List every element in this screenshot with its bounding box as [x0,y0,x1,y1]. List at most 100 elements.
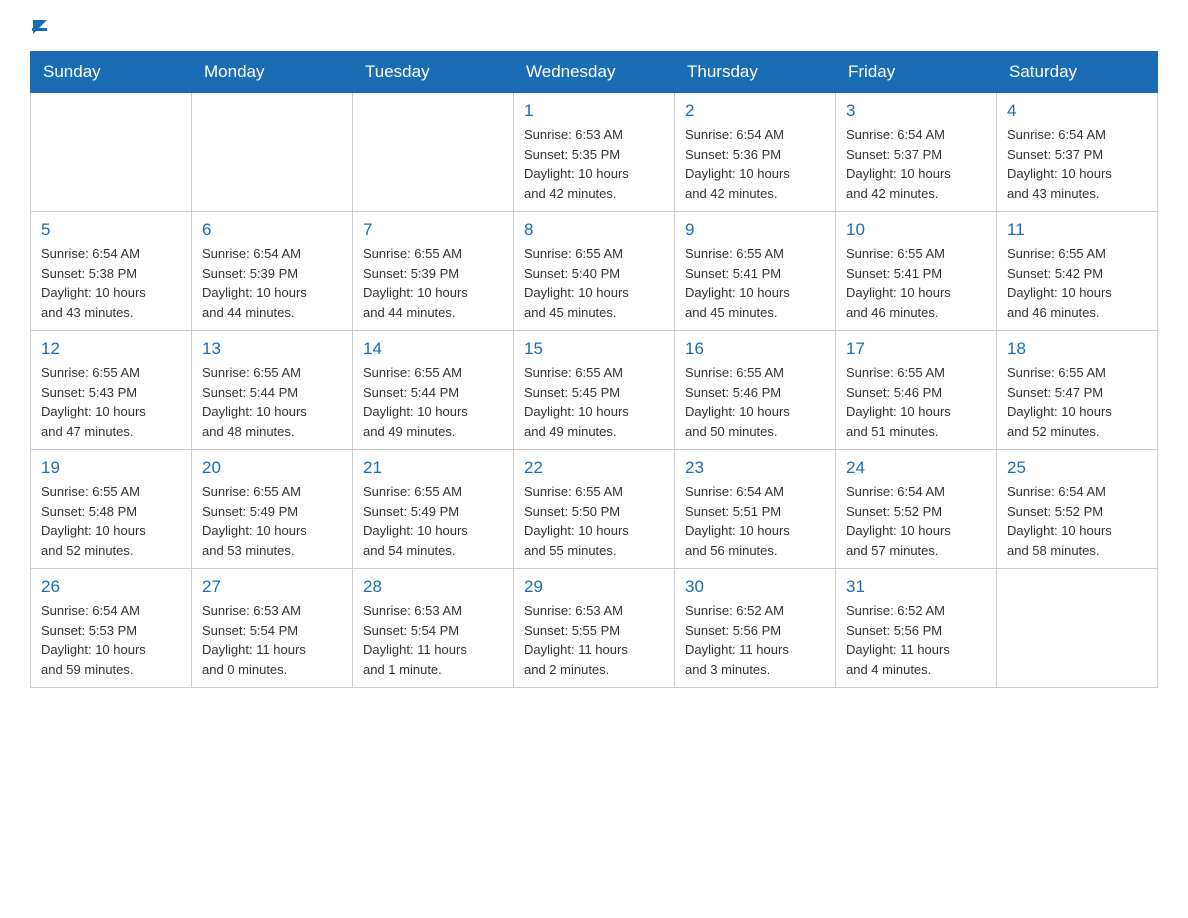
calendar-cell: 8 Sunrise: 6:55 AM Sunset: 5:40 PM Daylig… [514,212,675,331]
day-info: Sunrise: 6:55 AM Sunset: 5:41 PM Dayligh… [685,244,825,322]
day-info: Sunrise: 6:54 AM Sunset: 5:39 PM Dayligh… [202,244,342,322]
day-number: 21 [363,458,503,478]
day-info: Sunrise: 6:53 AM Sunset: 5:55 PM Dayligh… [524,601,664,679]
logo [30,20,47,31]
day-info: Sunrise: 6:55 AM Sunset: 5:39 PM Dayligh… [363,244,503,322]
calendar-cell: 3Sunrise: 6:54 AM Sunset: 5:37 PM Daylig… [836,93,997,212]
day-info: Sunrise: 6:54 AM Sunset: 5:38 PM Dayligh… [41,244,181,322]
calendar-cell: 7Sunrise: 6:55 AM Sunset: 5:39 PM Daylig… [353,212,514,331]
calendar-cell: 30 Sunrise: 6:52 AM Sunset: 5:56 PM Dayli… [675,569,836,688]
calendar-cell: 16 Sunrise: 6:55 AM Sunset: 5:46 PM Dayli… [675,331,836,450]
calendar-cell: 25Sunrise: 6:54 AM Sunset: 5:52 PM Dayli… [997,450,1158,569]
day-info: Sunrise: 6:55 AM Sunset: 5:44 PM Dayligh… [202,363,342,441]
calendar-cell: 22Sunrise: 6:55 AM Sunset: 5:50 PM Dayli… [514,450,675,569]
calendar-cell: 26 Sunrise: 6:54 AM Sunset: 5:53 PM Dayli… [31,569,192,688]
day-info: Sunrise: 6:55 AM Sunset: 5:45 PM Dayligh… [524,363,664,441]
day-number: 4 [1007,101,1147,121]
day-info: Sunrise: 6:55 AM Sunset: 5:40 PM Dayligh… [524,244,664,322]
calendar-cell: 2Sunrise: 6:54 AM Sunset: 5:36 PM Daylig… [675,93,836,212]
day-number: 16 [685,339,825,359]
calendar-week-row: 12Sunrise: 6:55 AM Sunset: 5:43 PM Dayli… [31,331,1158,450]
day-number: 17 [846,339,986,359]
calendar-week-row: 26 Sunrise: 6:54 AM Sunset: 5:53 PM Dayli… [31,569,1158,688]
calendar-cell [31,93,192,212]
calendar-cell: 13 Sunrise: 6:55 AM Sunset: 5:44 PM Dayli… [192,331,353,450]
calendar-cell: 18 Sunrise: 6:55 AM Sunset: 5:47 PM Dayli… [997,331,1158,450]
day-number: 19 [41,458,181,478]
day-info: Sunrise: 6:54 AM Sunset: 5:53 PM Dayligh… [41,601,181,679]
day-info: Sunrise: 6:54 AM Sunset: 5:37 PM Dayligh… [846,125,986,203]
day-number: 31 [846,577,986,597]
day-info: Sunrise: 6:55 AM Sunset: 5:48 PM Dayligh… [41,482,181,560]
day-number: 26 [41,577,181,597]
day-info: Sunrise: 6:55 AM Sunset: 5:49 PM Dayligh… [363,482,503,560]
day-number: 12 [41,339,181,359]
day-of-week-header: Wednesday [514,52,675,93]
day-info: Sunrise: 6:52 AM Sunset: 5:56 PM Dayligh… [685,601,825,679]
calendar-cell: 1 Sunrise: 6:53 AM Sunset: 5:35 PM Daylig… [514,93,675,212]
calendar-cell: 20 Sunrise: 6:55 AM Sunset: 5:49 PM Dayli… [192,450,353,569]
day-info: Sunrise: 6:53 AM Sunset: 5:35 PM Dayligh… [524,125,664,203]
calendar-cell: 4 Sunrise: 6:54 AM Sunset: 5:37 PM Daylig… [997,93,1158,212]
calendar-cell: 31 Sunrise: 6:52 AM Sunset: 5:56 PM Dayli… [836,569,997,688]
day-number: 29 [524,577,664,597]
calendar-cell: 14Sunrise: 6:55 AM Sunset: 5:44 PM Dayli… [353,331,514,450]
day-info: Sunrise: 6:54 AM Sunset: 5:52 PM Dayligh… [846,482,986,560]
day-number: 22 [524,458,664,478]
day-number: 15 [524,339,664,359]
day-number: 27 [202,577,342,597]
page-header [30,20,1158,31]
calendar-cell: 17 Sunrise: 6:55 AM Sunset: 5:46 PM Dayli… [836,331,997,450]
calendar-cell: 5 Sunrise: 6:54 AM Sunset: 5:38 PM Daylig… [31,212,192,331]
day-number: 13 [202,339,342,359]
calendar-week-row: 19 Sunrise: 6:55 AM Sunset: 5:48 PM Dayli… [31,450,1158,569]
calendar-cell: 21 Sunrise: 6:55 AM Sunset: 5:49 PM Dayli… [353,450,514,569]
day-info: Sunrise: 6:55 AM Sunset: 5:41 PM Dayligh… [846,244,986,322]
day-number: 25 [1007,458,1147,478]
day-info: Sunrise: 6:55 AM Sunset: 5:42 PM Dayligh… [1007,244,1147,322]
calendar-cell: 28 Sunrise: 6:53 AM Sunset: 5:54 PM Dayli… [353,569,514,688]
logo-triangle-icon [33,20,47,34]
calendar-body: 1 Sunrise: 6:53 AM Sunset: 5:35 PM Daylig… [31,93,1158,688]
day-number: 14 [363,339,503,359]
calendar-header: SundayMondayTuesdayWednesdayThursdayFrid… [31,52,1158,93]
calendar-week-row: 5 Sunrise: 6:54 AM Sunset: 5:38 PM Daylig… [31,212,1158,331]
day-number: 18 [1007,339,1147,359]
calendar-week-row: 1 Sunrise: 6:53 AM Sunset: 5:35 PM Daylig… [31,93,1158,212]
day-number: 28 [363,577,503,597]
calendar-cell [353,93,514,212]
day-number: 2 [685,101,825,121]
day-number: 30 [685,577,825,597]
day-number: 9 [685,220,825,240]
day-number: 8 [524,220,664,240]
calendar-cell: 11Sunrise: 6:55 AM Sunset: 5:42 PM Dayli… [997,212,1158,331]
day-of-week-header: Thursday [675,52,836,93]
day-info: Sunrise: 6:55 AM Sunset: 5:49 PM Dayligh… [202,482,342,560]
day-info: Sunrise: 6:53 AM Sunset: 5:54 PM Dayligh… [202,601,342,679]
day-info: Sunrise: 6:54 AM Sunset: 5:51 PM Dayligh… [685,482,825,560]
calendar-cell: 12Sunrise: 6:55 AM Sunset: 5:43 PM Dayli… [31,331,192,450]
day-number: 23 [685,458,825,478]
day-of-week-header: Monday [192,52,353,93]
day-number: 20 [202,458,342,478]
calendar-cell: 24Sunrise: 6:54 AM Sunset: 5:52 PM Dayli… [836,450,997,569]
calendar-cell: 6Sunrise: 6:54 AM Sunset: 5:39 PM Daylig… [192,212,353,331]
day-info: Sunrise: 6:55 AM Sunset: 5:47 PM Dayligh… [1007,363,1147,441]
calendar-table: SundayMondayTuesdayWednesdayThursdayFrid… [30,51,1158,688]
days-of-week-row: SundayMondayTuesdayWednesdayThursdayFrid… [31,52,1158,93]
day-of-week-header: Tuesday [353,52,514,93]
day-info: Sunrise: 6:55 AM Sunset: 5:46 PM Dayligh… [685,363,825,441]
calendar-cell: 9 Sunrise: 6:55 AM Sunset: 5:41 PM Daylig… [675,212,836,331]
day-of-week-header: Friday [836,52,997,93]
calendar-cell: 23 Sunrise: 6:54 AM Sunset: 5:51 PM Dayli… [675,450,836,569]
day-info: Sunrise: 6:55 AM Sunset: 5:46 PM Dayligh… [846,363,986,441]
day-number: 1 [524,101,664,121]
day-info: Sunrise: 6:52 AM Sunset: 5:56 PM Dayligh… [846,601,986,679]
day-info: Sunrise: 6:53 AM Sunset: 5:54 PM Dayligh… [363,601,503,679]
calendar-cell: 29 Sunrise: 6:53 AM Sunset: 5:55 PM Dayli… [514,569,675,688]
day-number: 5 [41,220,181,240]
day-number: 10 [846,220,986,240]
day-info: Sunrise: 6:54 AM Sunset: 5:37 PM Dayligh… [1007,125,1147,203]
calendar-cell: 15 Sunrise: 6:55 AM Sunset: 5:45 PM Dayli… [514,331,675,450]
calendar-cell [192,93,353,212]
